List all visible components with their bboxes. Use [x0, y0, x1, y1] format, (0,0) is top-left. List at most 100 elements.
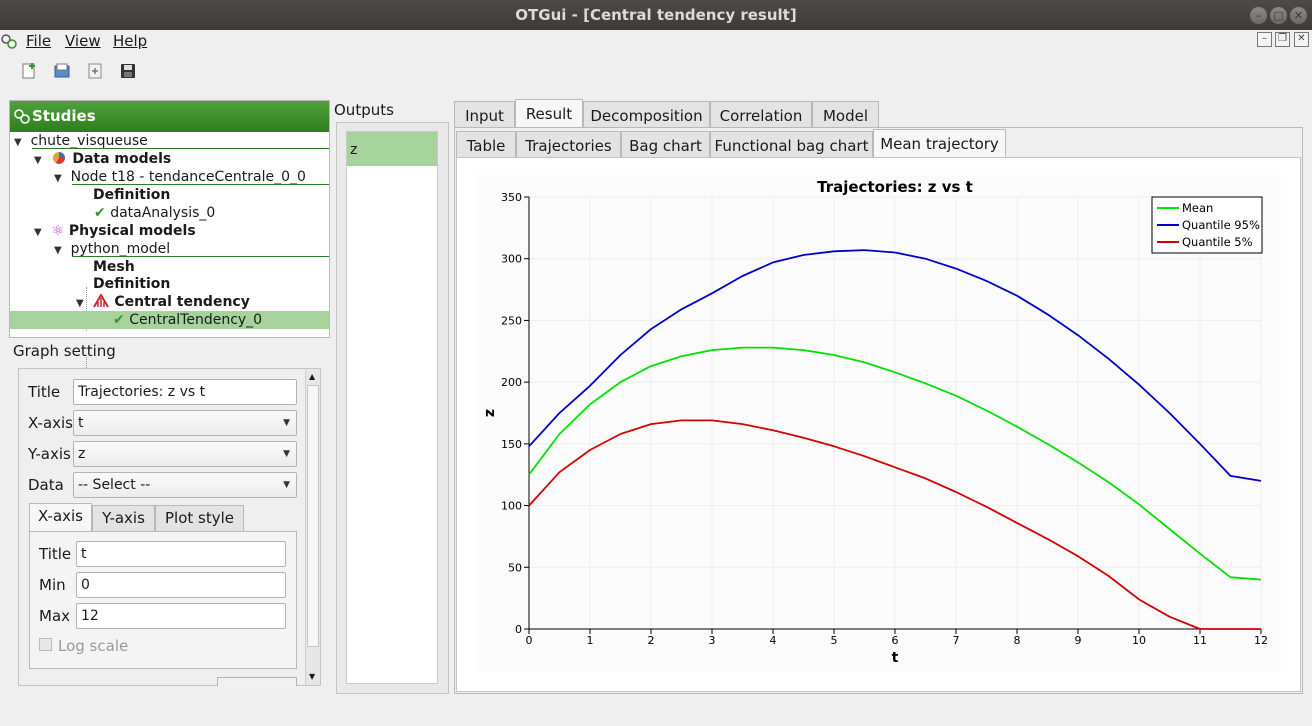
y-tick-label: 100	[501, 500, 522, 513]
app-logo-icon	[1, 34, 17, 49]
data-models-icon	[53, 152, 66, 164]
open-study-icon[interactable]	[53, 62, 71, 80]
min-label: Min	[39, 576, 66, 594]
log-scale-label: Log scale	[58, 637, 129, 655]
y-tick-label: 300	[501, 253, 522, 266]
legend-label-1: Quantile 95%	[1182, 218, 1260, 232]
check-icon: ✔	[94, 205, 106, 221]
x-tick-label: 6	[892, 634, 899, 647]
x-tick-label: 7	[953, 634, 960, 647]
mdi-restore-icon[interactable]: ❐	[1275, 32, 1290, 47]
y-tick-label: 0	[515, 623, 522, 636]
x-tick-label: 8	[1014, 634, 1021, 647]
studies-panel: Studies ▼ chute_visqueuse ▼ Data models …	[9, 100, 330, 416]
y-axis-title: z	[482, 409, 498, 417]
x-tick-label: 3	[709, 634, 716, 647]
tab-decomposition[interactable]: Decomposition	[583, 101, 710, 129]
legend-label-0: Mean	[1182, 201, 1213, 215]
axis-title-input[interactable]: t	[76, 541, 286, 567]
studies-title: Studies	[32, 107, 96, 125]
chart-area: 0 1 2 3 4 5 6 7 8 9 10 11 12 0 50 100 150 200 250 300 350 Tra…	[476, 175, 1281, 672]
toolbar	[0, 56, 1312, 88]
studies-header: Studies	[10, 101, 329, 132]
save-icon[interactable]	[119, 62, 137, 80]
x-tick-label: 5	[831, 634, 838, 647]
tab-correlation[interactable]: Correlation	[710, 101, 812, 129]
tree-item-data-analysis[interactable]: ✔ dataAnalysis_0	[94, 204, 215, 222]
yaxis-label: Y-axis	[28, 445, 71, 463]
yaxis-select[interactable]: z ▼	[73, 441, 297, 467]
physical-models-icon: ⚛	[51, 223, 65, 239]
y-tick-label: 200	[501, 376, 522, 389]
mdi-minimize-icon[interactable]: –	[1257, 32, 1272, 47]
menu-file[interactable]: File	[26, 32, 51, 50]
mdi-close-icon[interactable]: ✕	[1294, 32, 1309, 47]
scroll-down-icon[interactable]: ▼	[309, 672, 315, 681]
data-label: Data	[28, 476, 64, 494]
studies-icon	[14, 109, 30, 124]
new-study-icon[interactable]	[20, 62, 38, 80]
tree-item-mesh[interactable]: Mesh	[93, 258, 135, 276]
tree-item-definition[interactable]: Definition	[93, 186, 170, 204]
tab-xaxis[interactable]: X-axis	[29, 503, 92, 532]
chevron-down-icon: ▼	[283, 480, 290, 490]
x-tick-label: 2	[648, 634, 655, 647]
menu-view[interactable]: View	[65, 32, 101, 50]
close-window-icon[interactable]: ✕	[1290, 7, 1307, 24]
outputs-list: z	[346, 131, 438, 684]
subtab-mean-trajectory[interactable]: Mean trajectory	[873, 129, 1006, 159]
y-tick-label: 50	[508, 561, 522, 574]
max-label: Max	[39, 607, 71, 625]
min-input[interactable]: 0	[76, 572, 286, 598]
x-tick-label: 4	[770, 634, 777, 647]
subtab-functional-bag-chart[interactable]: Functional bag chart	[710, 131, 873, 159]
x-tick-label: 11	[1193, 634, 1207, 647]
check-icon-2: ✔	[113, 312, 125, 328]
minimize-icon[interactable]: –	[1250, 7, 1267, 24]
log-scale-checkbox[interactable]	[39, 638, 52, 651]
menu-help[interactable]: Help	[113, 32, 147, 50]
xaxis-select[interactable]: t ▼	[73, 410, 297, 436]
data-select[interactable]: -- Select -- ▼	[73, 472, 297, 498]
import-python-icon[interactable]	[86, 62, 104, 80]
tree-item-central-tendency[interactable]: ▼ Central tendency	[76, 293, 250, 311]
export-button[interactable]	[217, 677, 297, 686]
maximize-icon[interactable]: □	[1270, 7, 1287, 24]
x-tick-label: 10	[1132, 634, 1146, 647]
x-tick-label: 12	[1254, 634, 1268, 647]
tab-plot-style[interactable]: Plot style	[155, 505, 244, 532]
tab-result[interactable]: Result	[515, 99, 583, 129]
central-tendency-icon	[93, 293, 110, 308]
output-item-z[interactable]: z	[347, 132, 437, 166]
window-titlebar: OTGui - [Central tendency result]	[0, 0, 1312, 30]
y-tick-label: 150	[501, 438, 522, 451]
x-tick-label: 9	[1075, 634, 1082, 647]
chart-title: Trajectories: z vs t	[817, 178, 973, 196]
scroll-thumb[interactable]	[307, 385, 319, 647]
tree-item-data-models[interactable]: ▼ Data models	[34, 150, 171, 168]
tab-model[interactable]: Model	[812, 101, 879, 129]
outputs-label: Outputs	[334, 101, 394, 119]
legend-label-2: Quantile 5%	[1182, 235, 1253, 249]
xaxis-label: X-axis	[28, 414, 73, 432]
max-input[interactable]: 12	[76, 603, 286, 629]
scroll-up-icon[interactable]: ▲	[309, 372, 315, 381]
title-input[interactable]: Trajectories: z vs t	[73, 379, 297, 405]
subtab-bag-chart[interactable]: Bag chart	[621, 131, 710, 159]
tab-yaxis[interactable]: Y-axis	[92, 505, 155, 532]
x-tick-label: 1	[587, 634, 594, 647]
title-label: Title	[28, 383, 61, 401]
tree-item-central-tendency-0[interactable]: ✔ CentralTendency_0	[10, 311, 329, 329]
tab-input[interactable]: Input	[454, 101, 515, 129]
tree-item-physical-models[interactable]: ▼ ⚛ Physical models	[34, 222, 196, 240]
window-title: OTGui - [Central tendency result]	[515, 6, 797, 24]
chevron-down-icon: ▼	[283, 449, 290, 459]
graph-setting-scrollbar[interactable]: ▲ ▼	[305, 369, 320, 685]
subtab-trajectories[interactable]: Trajectories	[516, 131, 621, 159]
trajectories-chart: 0 1 2 3 4 5 6 7 8 9 10 11 12050100150200250300350Tra…	[482, 178, 1268, 666]
x-axis-title: t	[892, 650, 899, 666]
y-tick-label: 350	[501, 191, 522, 204]
tree-item-definition-2[interactable]: Definition	[93, 275, 170, 293]
subtab-table[interactable]: Table	[456, 131, 516, 159]
graph-setting-label: Graph setting	[13, 342, 116, 360]
